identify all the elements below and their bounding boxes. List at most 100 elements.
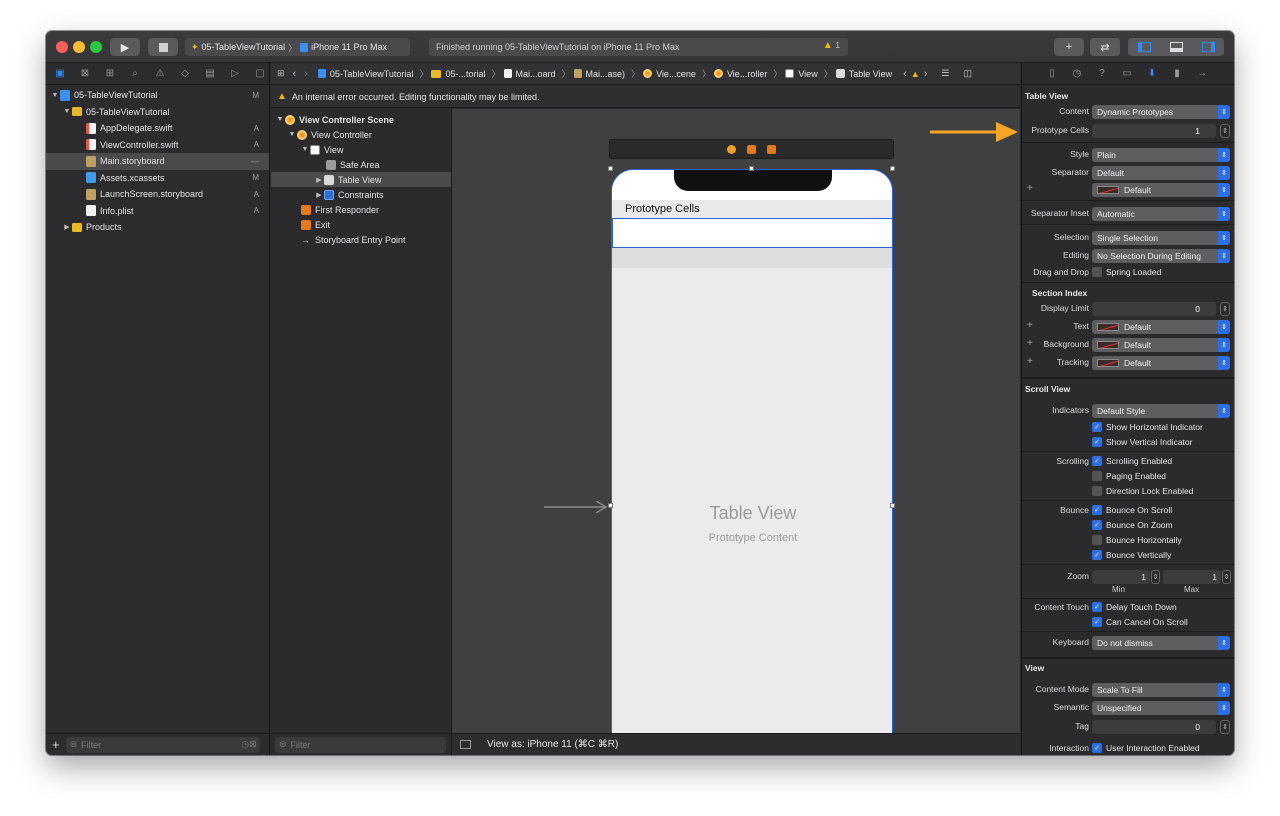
can-cancel-checkbox[interactable]: ✓ Can Cancel On Scroll — [1092, 617, 1188, 627]
resize-handle[interactable] — [749, 166, 754, 171]
nav-item-launchscreen[interactable]: LaunchScreen.storyboard A — [46, 186, 269, 203]
nav-item-main-storyboard[interactable]: Main.storyboard — — [46, 153, 269, 170]
breadcrumb-storyboard[interactable]: Mai...oard — [503, 69, 556, 79]
library-button[interactable]: + — [1054, 38, 1084, 56]
bounce-vertically-checkbox[interactable]: ✓ Bounce Vertically — [1092, 550, 1171, 560]
warning-indicator[interactable]: ▲ 1 — [823, 40, 840, 51]
background-color-popup[interactable]: Default ⇕ — [1092, 338, 1230, 352]
paging-enabled-checkbox[interactable]: Paging Enabled — [1092, 471, 1166, 481]
outline-constraints[interactable]: ▶ Constraints — [271, 187, 451, 202]
editor-options-icon[interactable]: ☰ — [941, 68, 949, 79]
disclosure-open-icon[interactable]: ▼ — [300, 146, 310, 153]
iphone-frame[interactable]: Prototype Cells Table View Prototype Con… — [611, 169, 893, 733]
resize-handle[interactable] — [890, 503, 895, 508]
disclosure-closed-icon[interactable]: ▶ — [62, 223, 72, 231]
symbol-icon[interactable]: ⊞ — [102, 68, 118, 79]
separator-color-popup[interactable]: Default ⇕ — [1092, 183, 1230, 197]
disclosure-open-icon[interactable]: ▼ — [275, 116, 285, 123]
warning-icon[interactable]: ▲ — [911, 69, 920, 79]
nav-item-products[interactable]: ▶ Products — [46, 219, 269, 236]
semantic-popup[interactable]: Unspecified ⇕ — [1092, 701, 1230, 715]
forward-button[interactable]: › — [304, 68, 308, 80]
add-editor-icon[interactable]: ◫ — [963, 68, 972, 79]
resize-handle[interactable] — [608, 503, 613, 508]
selection-popup[interactable]: Single Selection ⇕ — [1092, 231, 1230, 245]
resize-handle[interactable] — [890, 166, 895, 171]
view-as-device[interactable]: View as: iPhone 11 (⌘C ⌘R) — [487, 739, 618, 750]
prototype-cell[interactable] — [612, 218, 892, 248]
add-file-button[interactable]: + — [52, 737, 60, 752]
issue-icon[interactable]: ⚠ — [152, 68, 168, 79]
breadcrumb-tableview[interactable]: Table View — [835, 69, 892, 79]
zoom-window-button[interactable] — [90, 41, 102, 53]
stepper-icon[interactable]: ⇕ — [1220, 302, 1230, 316]
disclosure-open-icon[interactable]: ▼ — [62, 108, 72, 115]
breadcrumb-base[interactable]: Mai...ase) — [573, 69, 625, 79]
content-mode-popup[interactable]: Scale To Fill ⇕ — [1092, 683, 1230, 697]
outline-first-responder[interactable]: First Responder — [271, 202, 451, 217]
delay-touch-down-checkbox[interactable]: ✓ Delay Touch Down — [1092, 602, 1177, 612]
nav-item-group[interactable]: ▼ 05-TableViewTutorial — [46, 104, 269, 121]
disclosure-closed-icon[interactable]: ▶ — [314, 191, 324, 199]
folder-icon[interactable]: ▣ — [52, 68, 68, 79]
test-icon[interactable]: ◇ — [177, 68, 193, 79]
identity-inspector-icon[interactable]: ▭ — [1119, 68, 1135, 79]
text-color-popup[interactable]: Default ⇕ — [1092, 320, 1230, 334]
search-icon[interactable]: ⌕ — [127, 68, 143, 79]
breadcrumb-group[interactable]: 05-...torial — [431, 69, 485, 79]
first-responder-icon[interactable] — [747, 144, 756, 154]
toggle-inspector-button[interactable] — [1192, 38, 1224, 56]
content-popup[interactable]: Dynamic Prototypes ⇕ — [1092, 105, 1230, 119]
next-issue-button[interactable]: › — [924, 68, 928, 80]
close-window-button[interactable] — [56, 41, 68, 53]
outline-view[interactable]: ▼ View — [271, 142, 451, 157]
breadcrumb-controller[interactable]: Vie...roller — [713, 69, 767, 79]
entry-point-arrow-icon[interactable] — [544, 501, 608, 513]
stepper-icon[interactable]: ⇕ — [1222, 570, 1231, 584]
breadcrumb-view[interactable]: View — [785, 69, 818, 79]
breakpoint-icon[interactable]: ▷ — [227, 68, 243, 79]
report-icon[interactable]: ▢ — [252, 68, 268, 79]
direction-lock-checkbox[interactable]: Direction Lock Enabled — [1092, 486, 1193, 496]
file-inspector-icon[interactable]: ▯ — [1044, 68, 1060, 79]
help-inspector-icon[interactable]: ? — [1094, 68, 1110, 79]
outline-scene[interactable]: ▼ View Controller Scene — [271, 112, 451, 127]
stepper-icon[interactable]: ⇕ — [1220, 124, 1230, 138]
toggle-navigator-button[interactable] — [1128, 38, 1160, 56]
plus-icon[interactable]: + — [1027, 320, 1033, 331]
display-limit-field[interactable]: 0 ⇕ — [1092, 302, 1230, 316]
outline-view-controller[interactable]: ▼ View Controller — [271, 127, 451, 142]
bounce-on-zoom-checkbox[interactable]: ✓ Bounce On Zoom — [1092, 520, 1173, 530]
bounce-on-scroll-checkbox[interactable]: ✓ Bounce On Scroll — [1092, 505, 1172, 515]
debug-icon[interactable]: ▤ — [202, 68, 218, 79]
exit-icon[interactable] — [767, 144, 776, 154]
stepper-icon[interactable]: ⇕ — [1220, 720, 1230, 734]
nav-item-infoplist[interactable]: Info.plist A — [46, 203, 269, 220]
scene-dock[interactable] — [609, 139, 894, 159]
nav-item-appdelegate[interactable]: AppDelegate.swift A — [46, 120, 269, 137]
show-vertical-checkbox[interactable]: ✓ Show Vertical Indicator — [1092, 437, 1192, 447]
storyboard-canvas[interactable]: Prototype Cells Table View Prototype Con… — [452, 109, 1020, 733]
show-horizontal-checkbox[interactable]: ✓ Show Horizontal Indicator — [1092, 422, 1203, 432]
prototype-cells-field[interactable]: 1 ⇕ — [1092, 124, 1230, 138]
stepper-icon[interactable]: ⇕ — [1151, 570, 1160, 584]
tracking-color-popup[interactable]: Default ⇕ — [1092, 356, 1230, 370]
plus-icon[interactable]: + — [1027, 338, 1033, 349]
navigator-filter-input[interactable]: ⊜ Filter ◷⊠ — [65, 736, 260, 753]
connections-inspector-icon[interactable]: → — [1194, 68, 1210, 79]
scheme-selector[interactable]: ✦ 05-TableViewTutorial 〉 iPhone 11 Pro M… — [185, 38, 410, 56]
zoom-min-field[interactable]: 1 — [1092, 570, 1150, 584]
related-items-icon[interactable]: ⊞ — [277, 68, 285, 79]
style-popup[interactable]: Plain ⇕ — [1092, 148, 1230, 162]
minimize-window-button[interactable] — [73, 41, 85, 53]
breadcrumb-scene[interactable]: Vie...cene — [643, 69, 696, 79]
disclosure-closed-icon[interactable]: ▶ — [314, 176, 324, 184]
previous-issue-button[interactable]: ‹ — [903, 68, 907, 80]
view-controller-icon[interactable] — [727, 144, 736, 154]
source-control-icon[interactable]: ⊠ — [77, 68, 93, 79]
outline-filter-input[interactable]: ⊜ Filter — [275, 736, 446, 753]
nav-item-assets[interactable]: Assets.xcassets M — [46, 170, 269, 187]
keyboard-popup[interactable]: Do not dismiss ⇕ — [1092, 636, 1230, 650]
plus-icon[interactable]: + — [1027, 183, 1033, 194]
scrolling-enabled-checkbox[interactable]: ✓ Scrolling Enabled — [1092, 456, 1172, 466]
